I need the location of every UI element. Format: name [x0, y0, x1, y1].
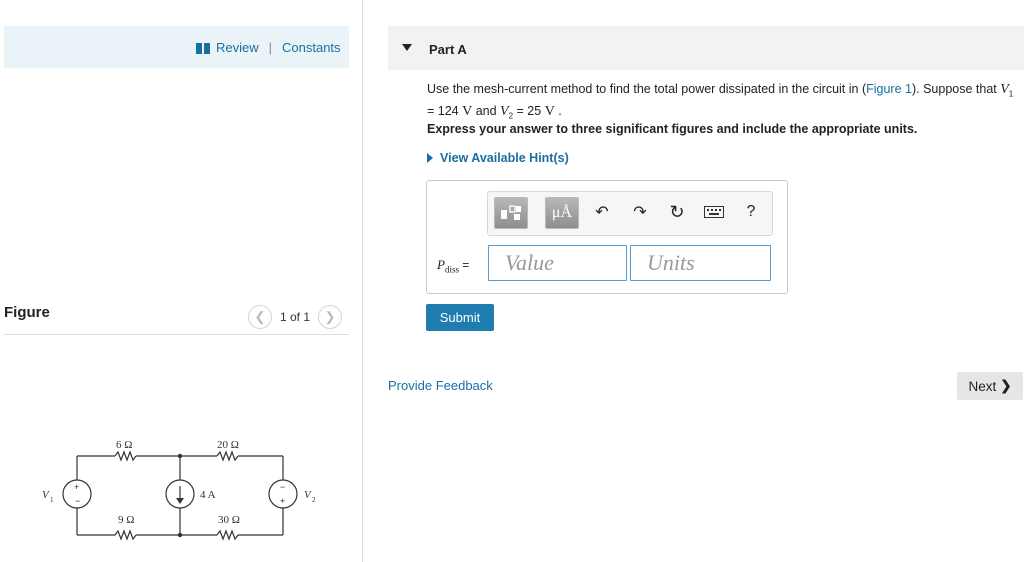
- v2-unit: V: [544, 103, 555, 119]
- figure-heading: Figure: [4, 304, 50, 321]
- next-label[interactable]: Next: [968, 379, 996, 394]
- chevron-right-icon: ❯: [1000, 378, 1012, 393]
- keyboard-icon[interactable]: [703, 202, 725, 222]
- v2-label: V: [304, 489, 312, 501]
- template-icon: [501, 205, 521, 220]
- v1-var-sub: 1: [1008, 89, 1014, 99]
- v1-unit: V: [462, 103, 473, 119]
- r-top-right-label: 20 Ω: [217, 439, 239, 451]
- hint-label[interactable]: View Available Hint(s): [440, 151, 569, 165]
- figure-link[interactable]: Figure 1: [866, 82, 912, 96]
- question-prefix: Use the mesh-current method to find the …: [427, 82, 867, 96]
- answer-var: P: [437, 257, 445, 272]
- help-button[interactable]: ?: [741, 202, 761, 222]
- r-top-left-label: 6 Ω: [116, 439, 132, 451]
- prev-figure-button[interactable]: ❮: [248, 305, 272, 329]
- book-icon: [196, 42, 210, 54]
- question-mid: ). Suppose that: [911, 82, 1001, 96]
- v1-value: = 124: [427, 103, 463, 118]
- next-figure-button[interactable]: ❯: [318, 305, 343, 329]
- current-source-label: 4 A: [200, 489, 216, 501]
- pane-divider: [362, 0, 363, 562]
- circuit-diagram: + − − + 6 Ω 20 Ω 9 Ω 30 Ω 4 A V 1 V 2: [42, 439, 316, 541]
- provide-feedback-link[interactable]: Provide Feedback: [388, 378, 493, 393]
- and-text: and: [472, 103, 501, 118]
- units-input[interactable]: [630, 245, 771, 281]
- pager-text: 1 of 1: [280, 310, 311, 324]
- undo-icon[interactable]: ↶: [592, 202, 612, 222]
- equals-sign: =: [458, 258, 470, 272]
- value-input[interactable]: [488, 245, 627, 281]
- figure-divider: [4, 334, 349, 335]
- svg-text:+: +: [280, 496, 285, 506]
- review-link[interactable]: Review: [216, 40, 259, 55]
- part-title[interactable]: Part A: [429, 42, 467, 57]
- svg-text:−: −: [280, 482, 285, 492]
- r-bottom-right-label: 30 Ω: [218, 514, 240, 526]
- svg-text:+: +: [74, 482, 79, 492]
- caret-down-icon[interactable]: [402, 44, 412, 51]
- question-text: Use the mesh-current method to find the …: [427, 81, 1023, 124]
- units-button[interactable]: μÅ: [545, 197, 579, 229]
- template-button[interactable]: [494, 197, 528, 229]
- reset-icon[interactable]: ↻: [667, 202, 687, 222]
- v1-sub: 1: [50, 496, 54, 504]
- v2-var: V: [500, 103, 509, 119]
- submit-button[interactable]: Submit: [426, 304, 494, 331]
- link-separator: |: [268, 40, 273, 55]
- answer-variable: Pdiss =: [437, 257, 469, 275]
- instruction-text: Express your answer to three significant…: [427, 122, 918, 136]
- r-bottom-left-label: 9 Ω: [118, 514, 134, 526]
- answer-var-sub: diss: [444, 264, 459, 275]
- review-constants-links: Review | Constants: [196, 40, 341, 55]
- v2-sub: 2: [312, 496, 316, 504]
- v2-value: = 25: [513, 103, 545, 118]
- figure-pager: ❮ 1 of 1 ❯: [248, 305, 343, 329]
- v1-var: V: [1000, 82, 1009, 97]
- caret-right-icon: [427, 153, 433, 163]
- svg-text:−: −: [75, 496, 80, 506]
- v1-label: V: [42, 489, 50, 501]
- next-button[interactable]: Next ❯: [957, 372, 1023, 400]
- hint-toggle[interactable]: View Available Hint(s): [427, 151, 569, 165]
- constants-link[interactable]: Constants: [282, 40, 341, 55]
- redo-icon[interactable]: ↷: [630, 202, 650, 222]
- question-end: .: [554, 103, 562, 118]
- part-header[interactable]: [388, 26, 1024, 70]
